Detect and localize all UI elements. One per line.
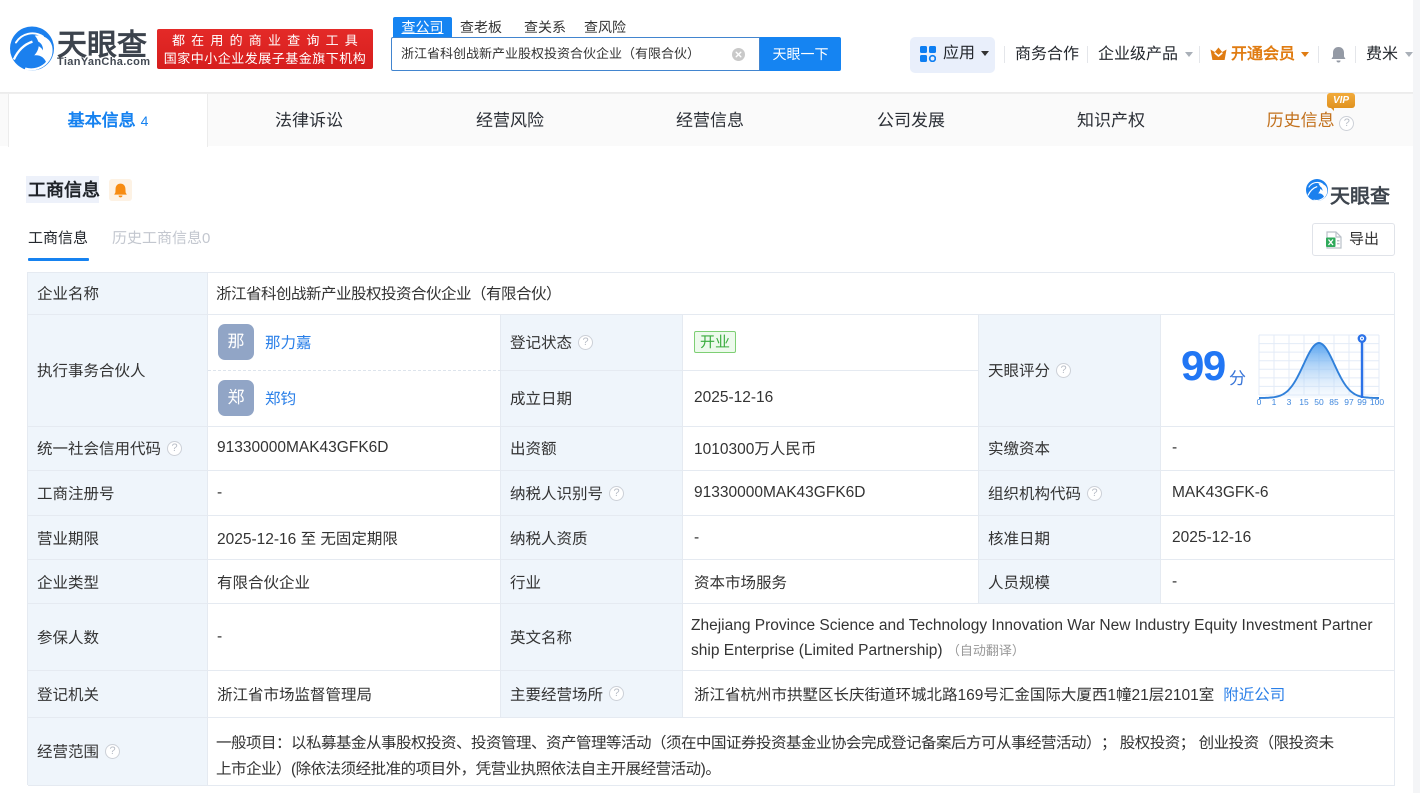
svg-text:0: 0 — [1257, 397, 1262, 407]
svg-text:97: 97 — [1344, 397, 1354, 407]
svg-text:15: 15 — [1299, 397, 1309, 407]
svg-text:1: 1 — [1272, 397, 1277, 407]
svg-text:99: 99 — [1357, 397, 1367, 407]
svg-text:50: 50 — [1314, 397, 1324, 407]
svg-text:85: 85 — [1329, 397, 1339, 407]
svg-text:100: 100 — [1370, 397, 1384, 407]
svg-text:3: 3 — [1287, 397, 1292, 407]
